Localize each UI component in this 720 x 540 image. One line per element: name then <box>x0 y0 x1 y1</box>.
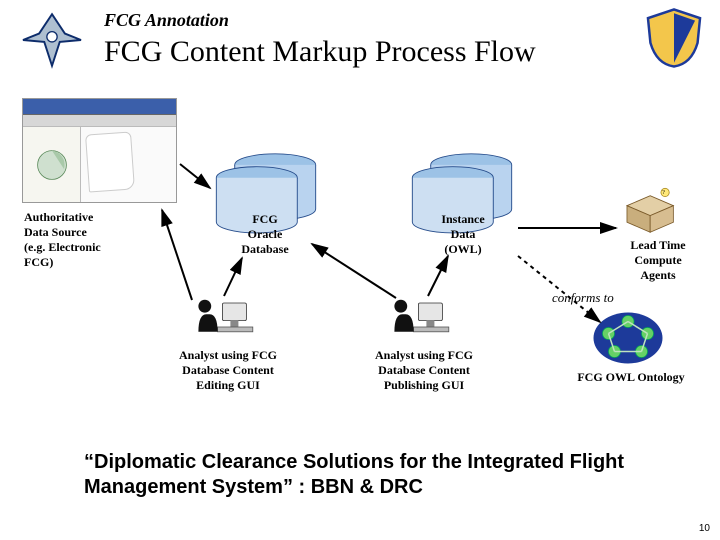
usaf-logo <box>18 10 86 70</box>
flow-diagram: Authoritative Data Source (e.g. Electron… <box>0 98 720 418</box>
kicker-text: FCG Annotation <box>104 10 536 31</box>
footer-quote: “Diplomatic Clearance Solutions for the … <box>84 450 660 500</box>
slide-header: FCG Annotation FCG Content Markup Proces… <box>0 0 720 95</box>
shield-logo <box>640 8 708 68</box>
arrows-layer <box>0 98 720 418</box>
page-number: 10 <box>699 523 710 534</box>
slide-title: FCG Content Markup Process Flow <box>104 35 536 69</box>
